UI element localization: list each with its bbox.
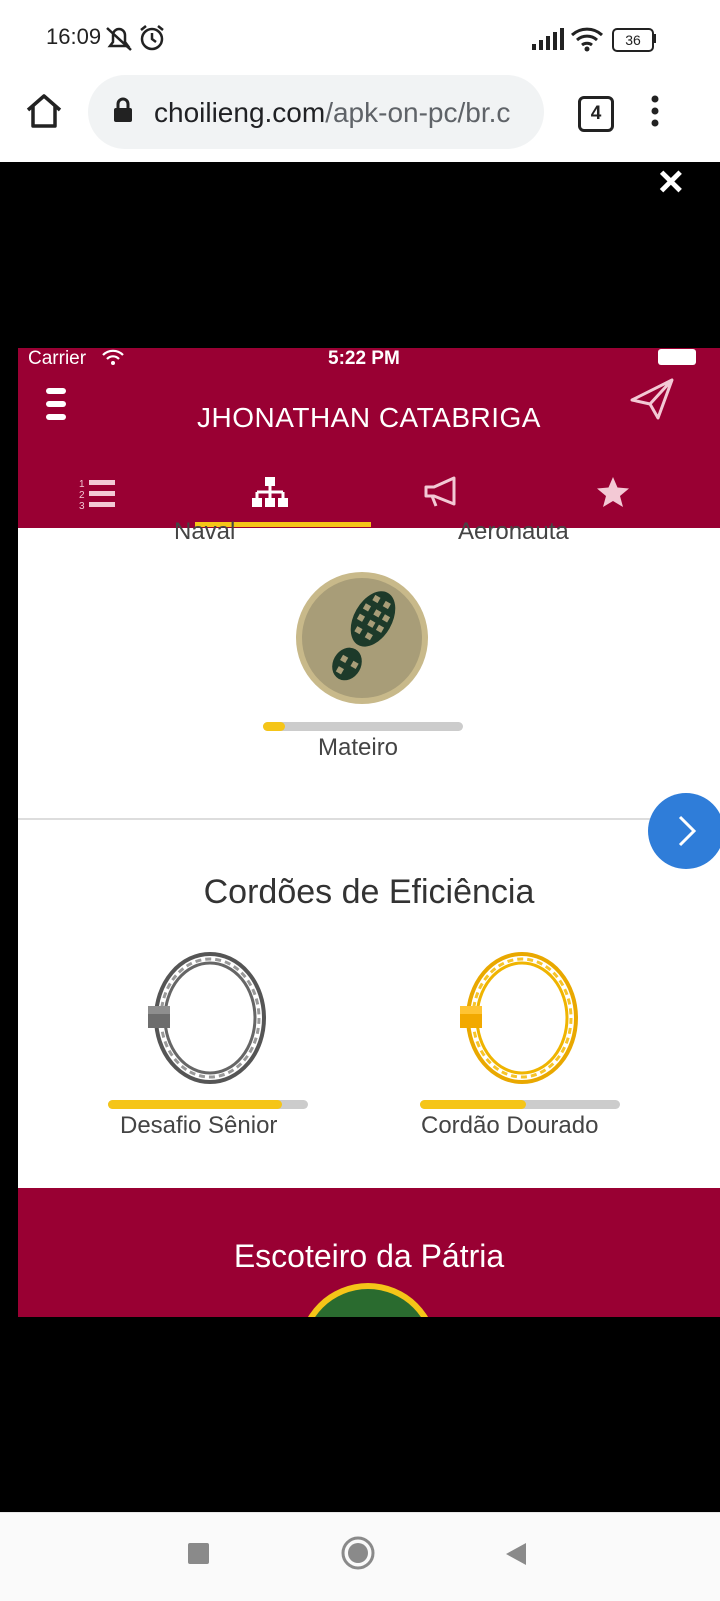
- footprint-badge-icon[interactable]: [294, 570, 430, 706]
- star-icon[interactable]: [596, 476, 630, 508]
- alarm-icon: [140, 25, 164, 51]
- desafio-progress-fill: [108, 1100, 282, 1109]
- svg-text:3: 3: [79, 501, 85, 512]
- signal-icon: [532, 28, 564, 50]
- status-time: 16:09: [46, 24, 102, 49]
- app-screenshot: Carrier 5:22 PM JHONATHAN CATABRIGA 1 2 …: [18, 348, 720, 1317]
- android-nav-bar: [0, 1512, 720, 1601]
- badge-label-aeronauta: Aeronauta: [458, 518, 569, 545]
- carrier-label: Carrier: [28, 348, 87, 369]
- megaphone-icon[interactable]: [424, 476, 462, 508]
- battery-tip: [653, 34, 656, 43]
- dourado-progress-fill: [420, 1100, 526, 1109]
- tab-switcher-button[interactable]: 4: [578, 96, 614, 132]
- url-text[interactable]: choilieng.com/apk-on-pc/br.c: [154, 97, 510, 129]
- hierarchy-icon[interactable]: [252, 476, 288, 510]
- url-domain: choilieng.com: [154, 97, 326, 128]
- more-options-icon[interactable]: [648, 94, 662, 128]
- gold-cord-icon[interactable]: [458, 948, 584, 1088]
- escoteiro-badge-icon[interactable]: [288, 1273, 448, 1317]
- app-title: JHONATHAN CATABRIGA: [197, 402, 541, 433]
- recents-square-icon[interactable]: [188, 1543, 209, 1564]
- section-title-cordoes: Cordões de Eficiência: [203, 873, 535, 911]
- close-viewer-button[interactable]: ×: [658, 160, 684, 204]
- muted-bell-icon: [106, 27, 132, 51]
- cord-label-desafio: Desafio Sênior: [120, 1112, 278, 1139]
- wifi-icon: [570, 27, 604, 52]
- svg-text:1: 1: [79, 479, 85, 490]
- next-button[interactable]: [648, 793, 720, 869]
- ios-battery-icon: [658, 349, 696, 365]
- url-path: /apk-on-pc/br.c: [325, 97, 511, 128]
- cord-label-dourado: Cordão Dourado: [421, 1112, 599, 1139]
- back-triangle-icon[interactable]: [504, 1541, 528, 1567]
- list-numbered-icon[interactable]: 1 2 3: [78, 476, 118, 512]
- section-divider: [18, 818, 720, 820]
- home-circle-icon[interactable]: [340, 1535, 376, 1571]
- mateiro-progress-fill: [263, 722, 285, 731]
- dourado-progress-bar: [420, 1100, 620, 1109]
- badge-label-naval: Naval: [174, 518, 236, 545]
- mateiro-progress-bar: [263, 722, 463, 731]
- badge-label-mateiro: Mateiro: [318, 734, 399, 761]
- home-icon[interactable]: [24, 92, 64, 130]
- battery-icon: 36: [612, 28, 654, 52]
- ios-wifi-icon: [102, 349, 124, 365]
- chevron-right-icon: [678, 815, 697, 847]
- ios-time: 5:22 PM: [328, 348, 400, 369]
- desafio-progress-bar: [108, 1100, 308, 1109]
- section-title-escoteiro: Escoteiro da Pátria: [233, 1238, 505, 1274]
- send-icon[interactable]: [630, 378, 674, 420]
- gray-cord-icon[interactable]: [146, 948, 272, 1088]
- svg-text:2: 2: [79, 490, 85, 501]
- lock-icon: [114, 97, 132, 122]
- battery-level: 36: [625, 32, 641, 48]
- phone-status-bar: 16:09 36: [0, 0, 720, 76]
